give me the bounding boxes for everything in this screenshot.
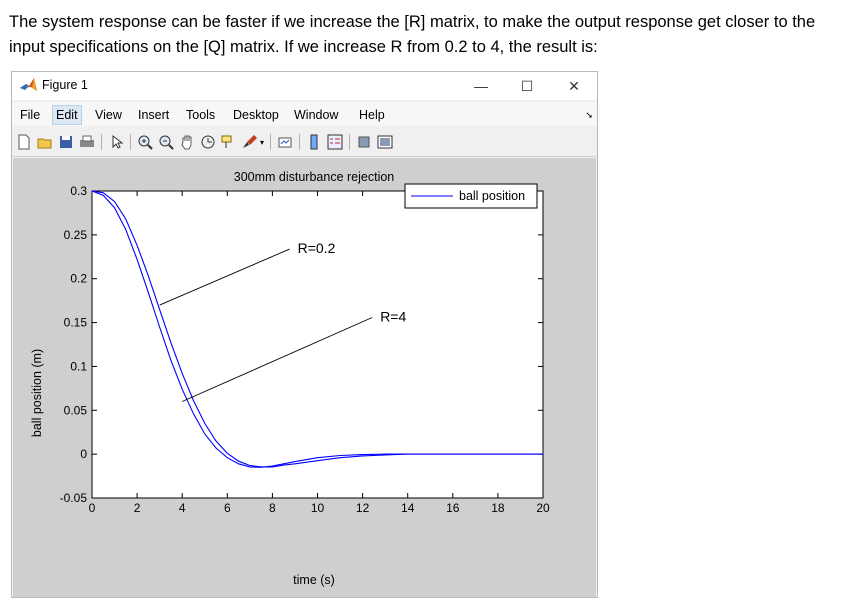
y-tick-label: 0 [80,447,87,461]
data-cursor-icon[interactable] [220,133,238,151]
y-tick-label: 0.25 [64,228,88,242]
minimize-button[interactable]: — [458,75,504,97]
legend-entry: ball position [459,189,525,203]
title-bar: Figure 1 — ☐ ✕ [12,72,597,100]
annotation-label: R=0.2 [298,240,336,256]
menu-tools[interactable]: Tools [183,106,218,124]
menu-file[interactable]: File [17,106,43,124]
brush-dropdown-icon[interactable]: ▾ [260,138,264,147]
hide-plot-tools-icon[interactable] [355,133,373,151]
menu-window[interactable]: Window [291,106,341,124]
x-tick-label: 2 [134,501,141,515]
menu-insert[interactable]: Insert [135,106,172,124]
y-tick-label: 0.05 [64,403,88,417]
dock-arrow-icon[interactable]: ➘ [585,110,593,121]
matlab-logo-icon [20,78,37,91]
x-tick-label: 12 [356,501,370,515]
zoom-out-icon[interactable] [157,133,175,151]
line-chart: 0 2 4 6 8 10 12 14 16 18 20-0.0500.050.10.150.20.2… [13,158,596,597]
x-tick-label: 0 [89,501,96,515]
y-tick-label: 0.2 [70,272,87,286]
y-tick-label: 0.3 [70,184,87,198]
new-figure-icon[interactable] [15,133,33,151]
y-tick-label: 0.1 [70,359,87,373]
close-button[interactable]: ✕ [551,75,597,97]
open-file-icon[interactable] [36,133,54,151]
toolbar-separator [101,134,102,150]
x-axis-label: time (s) [293,573,335,587]
legend: ball position [404,183,538,209]
menu-desktop[interactable]: Desktop [230,106,282,124]
x-tick-label: 14 [401,501,415,515]
x-tick-label: 20 [536,501,550,515]
annotation-label: R=4 [380,309,406,325]
chart-title: 300mm disturbance rejection [234,170,395,184]
y-axis-label: ball position (m) [30,349,44,437]
colorbar-icon[interactable] [305,133,323,151]
y-tick-label: -0.05 [60,491,88,505]
zoom-in-icon[interactable] [136,133,154,151]
pan-hand-icon[interactable] [178,133,196,151]
toolbar-separator [349,134,350,150]
axes-box [91,190,544,499]
y-tick-label: 0.15 [64,316,88,330]
print-icon[interactable] [78,133,96,151]
link-plot-icon[interactable] [276,133,294,151]
maximize-button[interactable]: ☐ [504,75,550,97]
window-title: Figure 1 [42,78,88,92]
toolbar-separator [130,134,131,150]
x-tick-label: 6 [224,501,231,515]
menu-edit[interactable]: Edit [52,105,82,125]
toolbar-separator [270,134,271,150]
x-tick-label: 10 [311,501,325,515]
rotate-3d-icon[interactable] [199,133,217,151]
legend-icon[interactable] [326,133,344,151]
show-plot-tools-icon[interactable] [376,133,394,151]
figure-toolbar: ▾ [12,128,597,157]
x-tick-label: 18 [491,501,505,515]
edit-plot-arrow-icon[interactable] [107,133,125,151]
toolbar-separator [299,134,300,150]
menu-view[interactable]: View [92,106,125,124]
save-icon[interactable] [57,133,75,151]
x-tick-label: 16 [446,501,460,515]
x-tick-label: 8 [269,501,276,515]
figure-window: Figure 1 — ☐ ✕ File Edit View Insert Too… [11,71,598,598]
menu-bar: File Edit View Insert Tools Desktop Wind… [12,102,597,126]
intro-paragraph: The system response can be faster if we … [9,13,816,56]
figure-canvas: 0 2 4 6 8 10 12 14 16 18 20 -0.05 0 0.05 0.1 0.15 0.2 0.2… [13,158,596,597]
brush-icon[interactable] [241,133,259,151]
menu-help[interactable]: Help [356,106,388,124]
x-tick-label: 4 [179,501,186,515]
